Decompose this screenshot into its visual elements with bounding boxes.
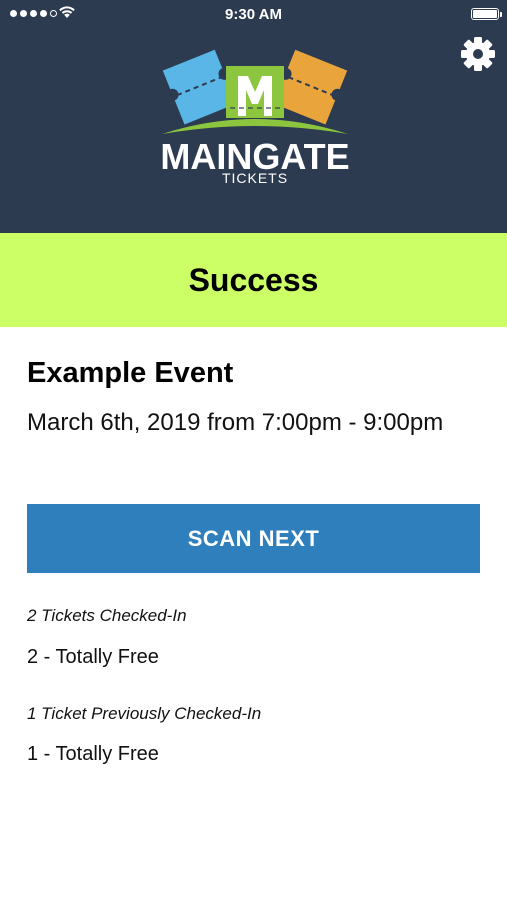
- event-date: March 6th, 2019 from 7:00pm - 9:00pm: [27, 409, 444, 436]
- gear-icon[interactable]: [460, 36, 496, 72]
- success-banner: Success: [0, 233, 507, 327]
- app-header: 9:30 AM MAINGATE TICKETS: [0, 0, 507, 233]
- status-bar: 9:30 AM: [0, 0, 507, 28]
- success-text: Success: [188, 261, 319, 298]
- logo-subword: TICKETS: [221, 170, 289, 186]
- checked-in-label: 2 Tickets Checked-In: [27, 606, 187, 625]
- logo-tickets-graphic: [162, 49, 348, 134]
- scan-next-button[interactable]: SCAN NEXT: [27, 504, 480, 573]
- status-time: 9:30 AM: [225, 6, 282, 23]
- previously-checked-in-value: 1 - Totally Free: [27, 743, 159, 765]
- event-title: Example Event: [27, 357, 234, 389]
- maingate-logo: MAINGATE TICKETS: [150, 48, 360, 198]
- previously-checked-in-label: 1 Ticket Previously Checked-In: [27, 704, 262, 723]
- checked-in-value: 2 - Totally Free: [27, 646, 159, 668]
- battery-icon: [471, 8, 502, 20]
